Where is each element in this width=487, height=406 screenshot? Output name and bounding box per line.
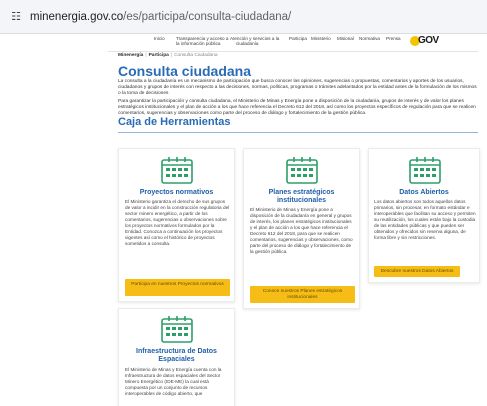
card-proyectos-normativos: Proyectos normativos El Ministerio garan… [118, 148, 235, 302]
card-body: El Ministerio de Minas y Energía cuenta … [125, 367, 222, 396]
gov-co-logo[interactable]: GOV [410, 35, 460, 47]
nav-label: Prensa [386, 36, 401, 41]
nav-item-normativa[interactable]: Normativa [359, 36, 380, 41]
card-body: Los datos abiertos son todos aquellos da… [374, 199, 476, 240]
logo-main: GOV [418, 35, 439, 46]
breadcrumb: Minenergía | Participa | Consulta Ciudadana [118, 53, 218, 58]
nav-item-inicio[interactable]: Inicio [154, 36, 165, 41]
calendar-grid-icon [409, 157, 441, 184]
breadcrumb-separator: | [145, 53, 147, 58]
card-title: Proyectos normativos [139, 189, 214, 196]
url-host: minenergia.gov.co [30, 11, 124, 23]
nav-label: Normativa [359, 36, 380, 41]
nav-item-misional[interactable]: Misional [337, 36, 354, 41]
page-title: Consulta ciudadana [118, 63, 252, 79]
card-body: El Ministerio garantiza el derecho de su… [125, 199, 230, 246]
intro-paragraph: La consulta a la ciudadanía es un mecani… [118, 79, 477, 96]
calendar-grid-icon [161, 316, 193, 343]
calendar-grid-icon [161, 157, 193, 184]
nav-label: Ministerio [311, 36, 331, 41]
nav-label: Misional [337, 36, 354, 41]
section-underline [118, 132, 478, 133]
card-body: El Ministerio de Minas y Energía pone a … [250, 207, 353, 254]
intro-paragraph-2: Para garantizar la participación y consu… [118, 99, 476, 116]
logo-text: GOV [418, 35, 439, 47]
breadcrumb-current: Consulta Ciudadana [174, 53, 218, 58]
nav-item-atencion[interactable]: Atención y servicios a la ciudadanía [230, 36, 279, 46]
address-bar[interactable]: ☷ minenergia.gov.co/es/participa/consult… [0, 0, 487, 34]
card-planes-estrategicos: Planes estratégicos institucionales El M… [243, 148, 360, 309]
card-infraestructura-datos: Infraestructura de Datos Espaciales El M… [118, 308, 235, 406]
section-title: Caja de Herramientas [118, 116, 231, 128]
nav-sublabel: ciudadanía [236, 41, 259, 46]
breadcrumb-separator: | [170, 53, 173, 58]
planes-estrategicos-button[interactable]: Conoce nuestros Planes estratégicos inst… [250, 286, 355, 303]
card-title: Planes estratégicos institucionales [268, 189, 335, 204]
proyectos-normativos-button[interactable]: Participa en nuestros Proyectos normativ… [125, 279, 230, 296]
nav-label: Participa [289, 36, 307, 41]
breadcrumb-home[interactable]: Minenergía [118, 53, 143, 58]
card-datos-abiertos: Datos Abiertos Los datos abiertos son to… [368, 148, 480, 283]
header-divider [108, 51, 478, 52]
url-text[interactable]: minenergia.gov.co/es/participa/consulta-… [30, 9, 291, 25]
card-title: Datos Abiertos [399, 189, 449, 196]
calendar-grid-icon [286, 157, 318, 184]
breadcrumb-parent[interactable]: Participa [149, 53, 169, 58]
page: Inicio Transparencia y acceso a la inform… [0, 34, 487, 406]
nav-label: Inicio [154, 36, 165, 41]
nav-item-participa[interactable]: Participa [289, 36, 307, 41]
nav-sublabel: la información pública [176, 41, 221, 46]
url-path: /es/participa/consulta-ciudadana/ [123, 11, 292, 23]
nav-item-transparencia[interactable]: Transparencia y acceso a la información p… [176, 36, 228, 46]
datos-abiertos-button[interactable]: Descubre nuestros Datos Abiertos [374, 266, 460, 277]
site-info-icon[interactable]: ☷ [8, 9, 24, 25]
card-title: Infraestructura de Datos Espaciales [136, 348, 217, 363]
nav-item-prensa[interactable]: Prensa [386, 36, 401, 41]
nav-item-ministerio[interactable]: Ministerio [311, 36, 331, 41]
